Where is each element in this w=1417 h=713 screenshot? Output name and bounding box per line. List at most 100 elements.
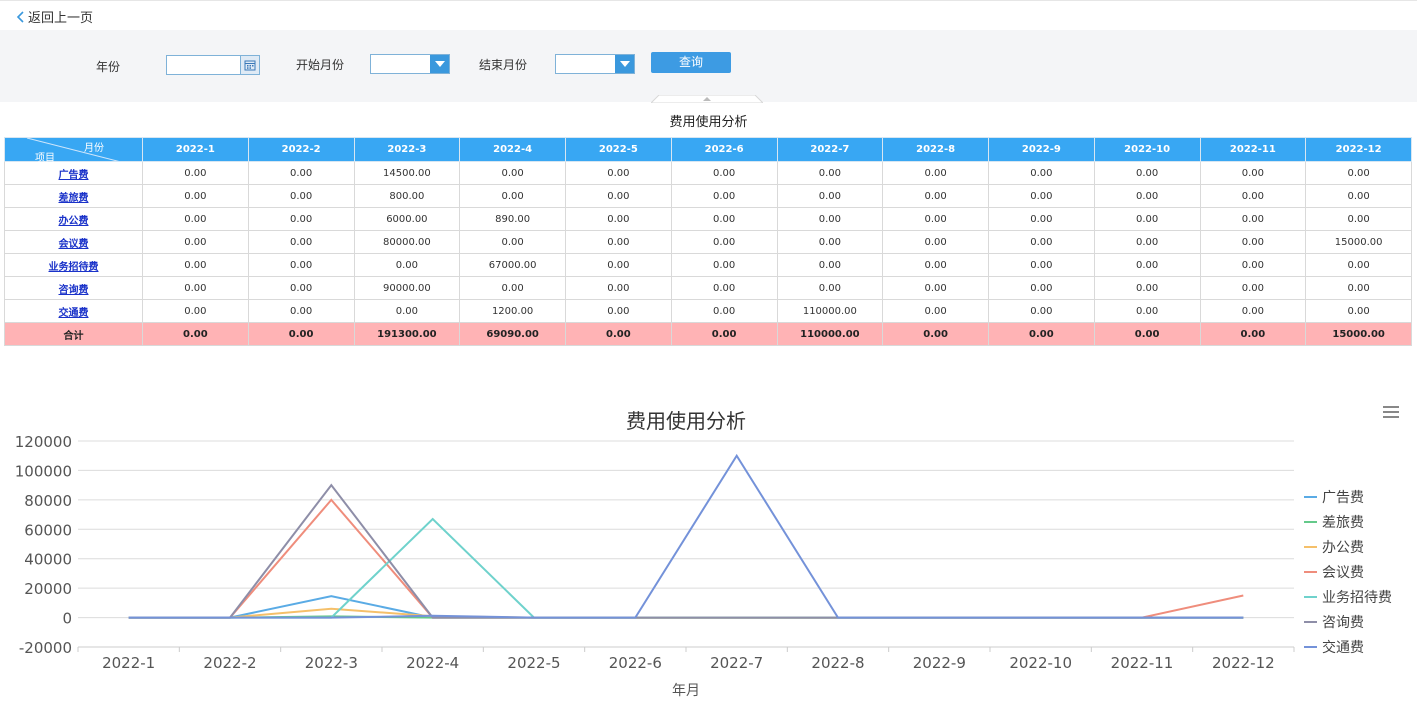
table-cell: 0.00 (142, 230, 249, 254)
start-month-label: 开始月份 (296, 58, 345, 72)
table-row: 广告费 0.00 0.00 14500.00 0.00 0.00 0.00 0.00 0.00 0… (4, 161, 1412, 185)
table-cell: 15000.00 (1305, 230, 1412, 254)
total-cell: 0.00 (882, 322, 989, 346)
table-cell: 1200.00 (459, 299, 566, 323)
table-row: 咨询费 0.00 0.00 90000.00 0.00 0.00 0.00 0.00 0.00 0… (4, 276, 1412, 300)
table-cell: 0.00 (565, 230, 672, 254)
start-month-select[interactable] (370, 54, 450, 74)
table-cell: 0.00 (1093, 184, 1201, 208)
row-name-cell: 交通费 (4, 299, 143, 323)
y-tick-label: 60000 (24, 521, 72, 539)
table-cell: 0.00 (882, 161, 989, 185)
table-cell: 90000.00 (353, 276, 461, 300)
table-cell: 0.00 (565, 299, 672, 323)
back-label: 返回上一页 (28, 11, 94, 26)
expense-item-link[interactable]: 业务招待费 (49, 262, 99, 273)
table-cell: 0.00 (142, 161, 249, 185)
expense-item-link[interactable]: 咨询费 (59, 285, 89, 296)
table-cell: 0.00 (459, 276, 566, 300)
column-header: 2022-5 (565, 137, 672, 162)
year-date-input[interactable] (166, 55, 260, 75)
table-cell: 6000.00 (353, 207, 461, 231)
total-cell: 69090.00 (459, 322, 566, 346)
series-line-6 (128, 483, 1244, 619)
table-cell: 0.00 (565, 207, 672, 231)
table-cell: 0.00 (776, 230, 884, 254)
expense-item-link[interactable]: 会议费 (59, 239, 89, 250)
y-tick-label: 40000 (24, 551, 72, 569)
column-header: 2022-9 (988, 137, 1095, 162)
table-cell: 0.00 (1305, 276, 1412, 300)
table-cell: 0.00 (353, 253, 461, 277)
legend-item[interactable]: 业务招待费 (1322, 590, 1392, 606)
total-label: 合计 (4, 322, 143, 346)
table-cell: 0.00 (988, 276, 1095, 300)
row-name-cell: 咨询费 (4, 276, 143, 300)
legend-item[interactable]: 广告费 (1322, 490, 1364, 506)
end-month-select[interactable] (555, 54, 635, 74)
legend-item[interactable]: 差旅费 (1322, 515, 1364, 531)
table-cell: 890.00 (459, 207, 566, 231)
table-cell: 0.00 (882, 276, 989, 300)
expense-item-link[interactable]: 差旅费 (59, 193, 89, 204)
column-header: 2022-11 (1199, 137, 1307, 162)
x-tick-label: 2022-4 (406, 654, 459, 672)
table-row: 交通费 0.00 0.00 0.00 1200.00 0.00 0.00 110000.00 0… (4, 299, 1412, 323)
total-cell: 0.00 (670, 322, 778, 346)
x-tick-label: 2022-1 (102, 654, 155, 672)
chevron-down-icon[interactable] (430, 55, 449, 73)
corner-month-label: 月份 (84, 143, 104, 154)
table-cell: 0.00 (988, 161, 1095, 185)
x-axis-label: 年月 (672, 683, 700, 699)
table-cell: 0.00 (247, 276, 355, 300)
table-cell: 0.00 (459, 161, 566, 185)
query-button[interactable]: 查询 (651, 52, 731, 73)
expense-item-link[interactable]: 办公费 (59, 216, 89, 227)
table-cell: 0.00 (565, 184, 672, 208)
row-name-cell: 差旅费 (4, 184, 143, 208)
chevron-down-icon[interactable] (615, 55, 634, 73)
table-cell: 800.00 (353, 184, 461, 208)
table-cell: 0.00 (670, 230, 778, 254)
table-row: 差旅费 0.00 0.00 800.00 0.00 0.00 0.00 0.00 0.00 0.0… (4, 184, 1412, 208)
legend-item[interactable]: 咨询费 (1322, 615, 1364, 631)
back-link[interactable]: 返回上一页 (16, 7, 93, 26)
table-cell: 110000.00 (776, 299, 884, 323)
table-cell: 0.00 (776, 276, 884, 300)
table-row: 会议费 0.00 0.00 80000.00 0.00 0.00 0.00 0.00 0.00 0… (4, 230, 1412, 254)
legend-item[interactable]: 办公费 (1322, 540, 1364, 556)
table-cell: 0.00 (670, 253, 778, 277)
table-cell: 0.00 (670, 276, 778, 300)
table-cell: 0.00 (142, 253, 249, 277)
row-name-cell: 办公费 (4, 207, 143, 231)
table-cell: 0.00 (882, 207, 989, 231)
table-cell: 0.00 (1093, 207, 1201, 231)
expense-item-link[interactable]: 交通费 (59, 308, 89, 319)
corner-item-label: 项目 (35, 153, 55, 164)
legend-item[interactable]: 会议费 (1322, 565, 1364, 581)
y-tick-label: 0 (62, 610, 72, 628)
table-cell: 0.00 (247, 299, 355, 323)
total-cell: 0.00 (142, 322, 249, 346)
end-month-label: 结束月份 (479, 58, 528, 72)
table-cell: 0.00 (565, 276, 672, 300)
column-header: 2022-4 (459, 137, 566, 162)
series-line-7 (128, 453, 1244, 619)
table-cell: 0.00 (1305, 207, 1412, 231)
column-header: 2022-8 (882, 137, 989, 162)
x-tick-label: 2022-9 (913, 654, 966, 672)
column-header: 2022-6 (670, 137, 778, 162)
column-header: 2022-1 (142, 137, 249, 162)
hamburger-menu-icon[interactable] (1382, 405, 1400, 419)
legend-item[interactable]: 交通费 (1322, 639, 1364, 656)
expense-item-link[interactable]: 广告费 (59, 170, 89, 181)
chevron-left-icon (16, 10, 24, 23)
calendar-icon[interactable] (240, 56, 259, 74)
y-tick-label: 80000 (24, 492, 72, 510)
table-cell: 0.00 (1199, 207, 1307, 231)
x-tick-label: 2022-11 (1111, 654, 1174, 672)
table-cell: 0.00 (142, 276, 249, 300)
collapse-tab[interactable] (651, 95, 763, 103)
table-cell: 67000.00 (459, 253, 566, 277)
column-header: 2022-2 (247, 137, 355, 162)
